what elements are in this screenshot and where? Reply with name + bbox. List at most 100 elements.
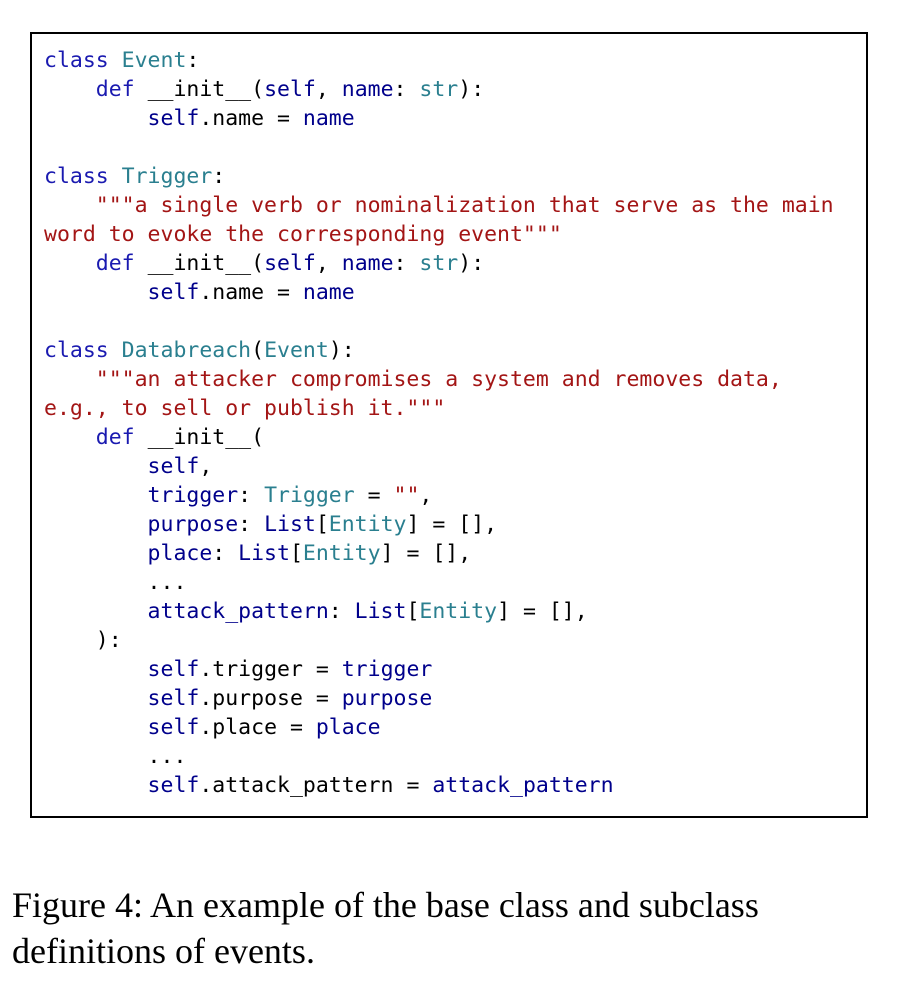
code-token-name: List — [354, 599, 407, 624]
code-line: place: List[Entity] = [], — [44, 539, 862, 568]
code-token-plain: = — [354, 483, 394, 508]
code-token-name: self — [44, 657, 200, 682]
code-token-name: self — [264, 77, 316, 102]
code-token-plain: ( — [251, 251, 265, 276]
code-token-name: trigger — [341, 657, 433, 682]
code-token-plain: : — [393, 251, 420, 276]
code-token-plain: : — [212, 164, 226, 189]
code-token-name: name — [341, 77, 394, 102]
code-line: class Event: — [44, 46, 862, 75]
code-token-plain: : — [238, 512, 265, 537]
code-token-name: self — [44, 715, 200, 740]
code-token-plain: __init__ — [147, 251, 252, 276]
code-token-plain: .purpose = — [199, 686, 342, 711]
caption-line-1: Figure 4: An example of the base class a… — [12, 885, 759, 925]
code-token-plain: .name = — [199, 106, 303, 131]
code-token-plain: : — [393, 77, 420, 102]
code-line: """a single verb or nominalization that … — [44, 191, 862, 220]
code-token-plain: ( — [251, 77, 265, 102]
code-block: class Event: def __init__(self, name: st… — [44, 46, 862, 800]
code-token-classname: Event — [264, 338, 329, 363]
code-line: self.name = name — [44, 104, 862, 133]
code-token-keyword: def — [44, 425, 148, 450]
code-line: word to evoke the corresponding event""" — [44, 220, 862, 249]
code-line: self.place = place — [44, 713, 862, 742]
code-token-name: self — [264, 251, 316, 276]
code-token-name: attack_pattern — [44, 599, 329, 624]
code-token-name: purpose — [341, 686, 433, 711]
code-token-plain: ( — [251, 338, 265, 363]
code-token-plain: ): — [44, 628, 122, 653]
code-line: """an attacker compromises a system and … — [44, 365, 862, 394]
code-token-type: str — [419, 77, 459, 102]
code-token-plain: , — [199, 454, 213, 479]
code-token-plain: ): — [458, 77, 485, 102]
code-token-keyword: class — [44, 48, 122, 73]
code-token-string: word to evoke the corresponding event""" — [44, 222, 562, 247]
code-token-plain: ] = [], — [380, 541, 472, 566]
code-token-name: List — [264, 512, 316, 537]
code-token-name: self — [44, 106, 200, 131]
code-token-type: Entity — [328, 512, 407, 537]
code-token-plain: ): — [458, 251, 485, 276]
code-token-name: trigger — [44, 483, 239, 508]
code-token-plain: , — [315, 77, 342, 102]
code-token-plain: __init__ — [147, 77, 252, 102]
code-token-name: self — [44, 686, 200, 711]
code-line: class Databreach(Event): — [44, 336, 862, 365]
code-line: class Trigger: — [44, 162, 862, 191]
code-token-keyword: class — [44, 338, 122, 363]
code-token-plain: ... — [44, 570, 187, 595]
code-token-plain: ] = [], — [406, 512, 498, 537]
code-token-plain: .place = — [199, 715, 316, 740]
code-token-classname: Trigger — [121, 164, 213, 189]
code-token-name: name — [302, 280, 355, 305]
code-token-name: name — [302, 106, 355, 131]
code-token-name: place — [315, 715, 381, 740]
code-token-name: List — [238, 541, 290, 566]
code-line: self, — [44, 452, 862, 481]
code-line: def __init__( — [44, 423, 862, 452]
code-token-name: purpose — [44, 512, 239, 537]
code-line: e.g., to sell or publish it.""" — [44, 394, 862, 423]
code-line: purpose: List[Entity] = [], — [44, 510, 862, 539]
code-line: self.attack_pattern = attack_pattern — [44, 771, 862, 800]
code-token-string: "" — [393, 483, 420, 508]
code-line: def __init__(self, name: str): — [44, 75, 862, 104]
code-token-classname: Event — [121, 48, 187, 73]
code-token-plain: ] = [], — [497, 599, 588, 624]
code-token-plain: [ — [289, 541, 303, 566]
code-line: ... — [44, 742, 862, 771]
code-token-plain: .trigger = — [199, 657, 342, 682]
code-token-plain: : — [186, 48, 200, 73]
code-token-plain: , — [419, 483, 433, 508]
code-token-classname: Databreach — [121, 338, 252, 363]
code-token-type: str — [419, 251, 459, 276]
code-token-name: attack_pattern — [432, 773, 614, 798]
code-token-name: name — [341, 251, 394, 276]
code-token-plain: [ — [315, 512, 329, 537]
caption-line-2: definitions of events. — [12, 931, 315, 971]
code-token-plain: ( — [251, 425, 265, 450]
code-token-string: """an attacker compromises a system and … — [44, 367, 782, 392]
code-token-plain: , — [315, 251, 342, 276]
code-token-keyword: def — [44, 77, 148, 102]
code-token-plain: : — [328, 599, 355, 624]
code-token-type: Trigger — [264, 483, 355, 508]
code-token-type: Entity — [419, 599, 498, 624]
code-line: self.name = name — [44, 278, 862, 307]
code-token-type: Entity — [302, 541, 381, 566]
code-line: ): — [44, 626, 862, 655]
code-token-plain: __init__ — [147, 425, 252, 450]
code-line: self.trigger = trigger — [44, 655, 862, 684]
code-token-plain: .attack_pattern = — [199, 773, 433, 798]
code-token-string: """a single verb or nominalization that … — [44, 193, 834, 218]
code-token-plain: .name = — [199, 280, 303, 305]
code-token-name: self — [44, 773, 200, 798]
code-token-keyword: def — [44, 251, 148, 276]
code-token-name: self — [44, 280, 200, 305]
code-token-string: e.g., to sell or publish it.""" — [44, 396, 446, 421]
code-token-plain: ... — [44, 744, 187, 769]
